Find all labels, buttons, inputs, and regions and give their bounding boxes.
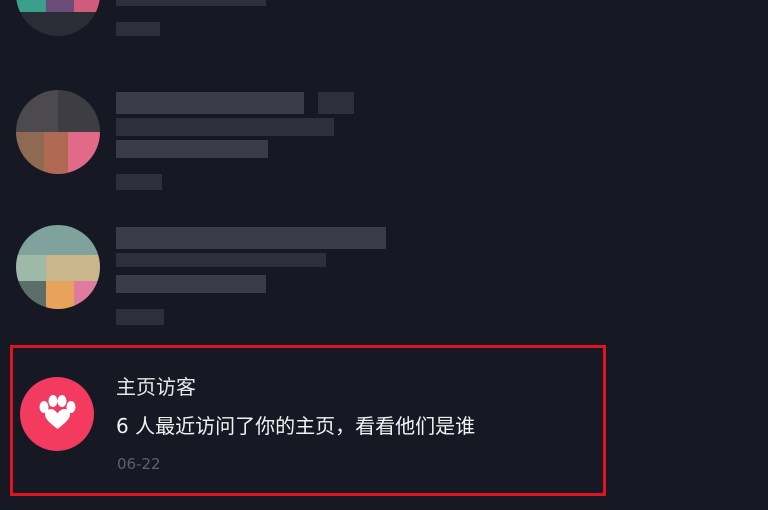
message-row[interactable] <box>0 80 768 200</box>
visitors-description: 6 人最近访问了你的主页，看看他们是谁 <box>116 414 476 438</box>
sender-name-redacted <box>116 92 304 114</box>
message-preview-redacted <box>116 0 266 6</box>
message-time-redacted <box>116 309 164 325</box>
message-preview-redacted <box>116 140 268 158</box>
avatar <box>16 90 100 174</box>
message-row[interactable] <box>0 215 768 335</box>
avatar <box>16 0 100 36</box>
message-time-redacted <box>116 174 162 190</box>
message-preview-redacted <box>116 118 334 136</box>
message-row[interactable] <box>0 0 768 60</box>
message-preview-redacted <box>116 275 266 293</box>
sender-name-redacted <box>116 227 386 249</box>
visitors-title: 主页访客 <box>116 375 196 399</box>
paw-heart-icon <box>20 377 94 451</box>
avatar <box>16 225 100 309</box>
sender-name-redacted <box>318 92 354 114</box>
message-preview-redacted <box>116 253 326 267</box>
message-time-redacted <box>116 22 160 36</box>
visitors-date: 06-22 <box>117 455 161 473</box>
